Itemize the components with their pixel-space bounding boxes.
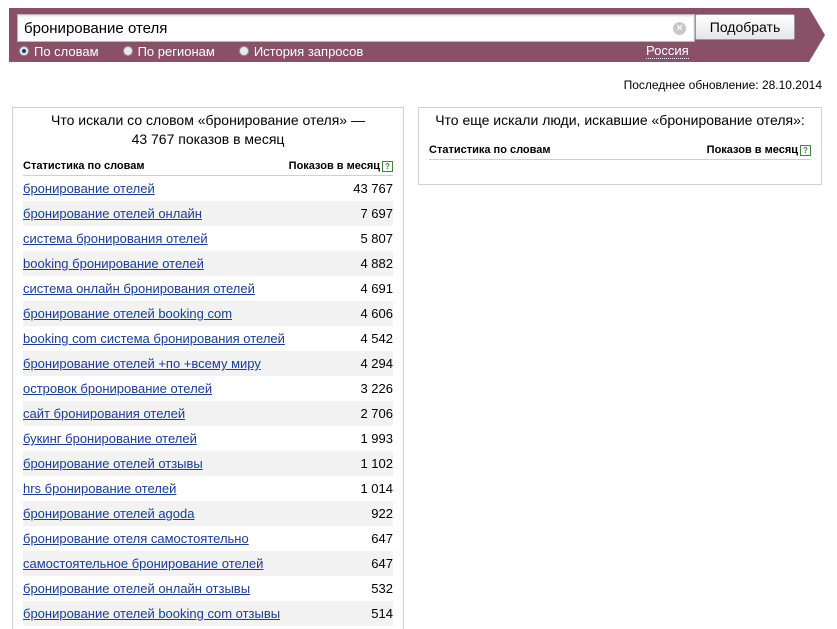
- clear-icon[interactable]: ×: [673, 22, 686, 35]
- mode-by-regions[interactable]: По регионам: [122, 43, 215, 59]
- phrase-link[interactable]: бронирование отелей онлайн отзывы: [23, 581, 250, 596]
- phrase-link[interactable]: бронирование отелей: [23, 181, 155, 196]
- right-panel: Что еще искали люди, искавшие «бронирова…: [418, 107, 822, 185]
- column-count: Показов в месяц?: [707, 144, 811, 156]
- phrase-link[interactable]: самостоятельное бронирование отелей: [23, 556, 263, 571]
- phrase-link[interactable]: бронирование отелей booking com: [23, 306, 232, 321]
- phrase-link[interactable]: бронирование отелей +по +всему миру: [23, 356, 261, 371]
- impressions-count: 647: [371, 556, 393, 571]
- left-panel-title: Что искали со словом «бронирование отеля…: [51, 112, 365, 147]
- impressions-count: 647: [371, 531, 393, 546]
- impressions-count: 1 014: [360, 481, 393, 496]
- phrase-link[interactable]: букинг бронирование отелей: [23, 431, 197, 446]
- table-row: hrs бронирование отелей 1 014: [23, 476, 393, 501]
- impressions-count: 5 807: [360, 231, 393, 246]
- impressions-count: 1 102: [360, 456, 393, 471]
- phrase-link[interactable]: hrs бронирование отелей: [23, 481, 176, 496]
- mode-by-words[interactable]: По словам: [19, 44, 99, 59]
- impressions-count: 1 993: [360, 431, 393, 446]
- mode-label: По словам: [34, 43, 99, 59]
- mode-label: По регионам: [137, 43, 215, 59]
- impressions-count: 2 706: [360, 406, 393, 421]
- phrase-link[interactable]: бронирование отелей онлайн: [23, 206, 202, 221]
- mode-history[interactable]: История запросов: [238, 43, 364, 59]
- region-link[interactable]: Россия: [646, 43, 689, 59]
- table-row: островок бронирование отелей 3 226: [23, 376, 393, 401]
- phrase-link[interactable]: островок бронирование отелей: [23, 381, 212, 396]
- impressions-count: 4 294: [360, 356, 393, 371]
- impressions-count: 4 882: [360, 256, 393, 271]
- table-row: бронирование отелей онлайн отзывы 532: [23, 576, 393, 601]
- table-row: букинг бронирование отелей 1 993: [23, 426, 393, 451]
- table-row: система онлайн бронирования отелей 4 691: [23, 276, 393, 301]
- impressions-count: 43 767: [353, 181, 393, 196]
- column-count: Показов в месяц?: [289, 160, 393, 172]
- table-row: бронирование отелей онлайн 7 697: [23, 201, 393, 226]
- search-bar-arrow: [809, 8, 825, 62]
- phrase-link[interactable]: бронирование отеля самостоятельно: [23, 531, 249, 546]
- table-row: бронирование отелей 43 767: [23, 176, 393, 201]
- phrase-link[interactable]: бронирование отелей отзывы: [23, 456, 203, 471]
- search-bar: × Подобрать По словам По регионам Истори…: [9, 8, 825, 62]
- table-row: система бронирования отелей 5 807: [23, 226, 393, 251]
- radio-icon[interactable]: [122, 46, 133, 56]
- left-table-header: Статистика по словам Показов в месяц?: [23, 157, 393, 176]
- column-words: Статистика по словам: [23, 160, 145, 172]
- mode-label: История запросов: [253, 43, 364, 59]
- impressions-count: 4 542: [360, 331, 393, 346]
- right-panel-title: Что еще искали люди, искавшие «бронирова…: [435, 112, 805, 128]
- left-panel: Что искали со словом «бронирование отеля…: [12, 107, 404, 629]
- column-count-label: Показов в месяц: [706, 144, 798, 156]
- impressions-count: 4 606: [360, 306, 393, 321]
- phrase-link[interactable]: система бронирования отелей: [23, 231, 208, 246]
- impressions-count: 4 691: [360, 281, 393, 296]
- impressions-count: 3 226: [360, 381, 393, 396]
- table-row: бронирование отелей +по +всему миру 4 294: [23, 351, 393, 376]
- column-words: Статистика по словам: [429, 144, 551, 156]
- table-row: booking бронирование отелей 4 882: [23, 251, 393, 276]
- impressions-count: 532: [371, 581, 393, 596]
- phrase-link[interactable]: система онлайн бронирования отелей: [23, 281, 255, 296]
- radio-icon[interactable]: [238, 46, 249, 56]
- impressions-count: 922: [371, 506, 393, 521]
- phrase-link[interactable]: бронирование отелей booking com отзывы: [23, 606, 280, 621]
- table-row: booking com система бронирования отелей 4…: [23, 326, 393, 351]
- table-row: бронирование отелей agoda 922: [23, 501, 393, 526]
- right-table-header: Статистика по словам Показов в месяц?: [429, 141, 811, 160]
- help-icon[interactable]: ?: [800, 144, 811, 156]
- table-row: бронирование отелей booking com отзывы 51…: [23, 601, 393, 626]
- search-input[interactable]: [24, 17, 664, 39]
- submit-button[interactable]: Подобрать: [695, 14, 795, 40]
- search-box[interactable]: ×: [17, 14, 695, 42]
- table-row: бронирование отелей отзывы 1 102: [23, 451, 393, 476]
- phrase-link[interactable]: сайт бронирования отелей: [23, 406, 185, 421]
- left-table-body: бронирование отелей 43 767 бронирование от…: [23, 176, 393, 626]
- table-row: бронирование отеля самостоятельно 647: [23, 526, 393, 551]
- table-row: бронирование отелей booking com 4 606: [23, 301, 393, 326]
- phrase-link[interactable]: booking бронирование отелей: [23, 256, 204, 271]
- phrase-link[interactable]: booking com система бронирования отелей: [23, 331, 285, 346]
- impressions-count: 7 697: [360, 206, 393, 221]
- table-row: самостоятельное бронирование отелей 647: [23, 551, 393, 576]
- last-updated: Последнее обновление: 28.10.2014: [623, 78, 822, 92]
- help-icon[interactable]: ?: [382, 160, 393, 172]
- column-count-label: Показов в месяц: [288, 160, 380, 172]
- phrase-link[interactable]: бронирование отелей agoda: [23, 506, 194, 521]
- table-row: сайт бронирования отелей 2 706: [23, 401, 393, 426]
- impressions-count: 514: [371, 606, 393, 621]
- radio-checked-icon[interactable]: [19, 46, 29, 56]
- search-mode-group: По словам По регионам История запросов: [19, 42, 387, 60]
